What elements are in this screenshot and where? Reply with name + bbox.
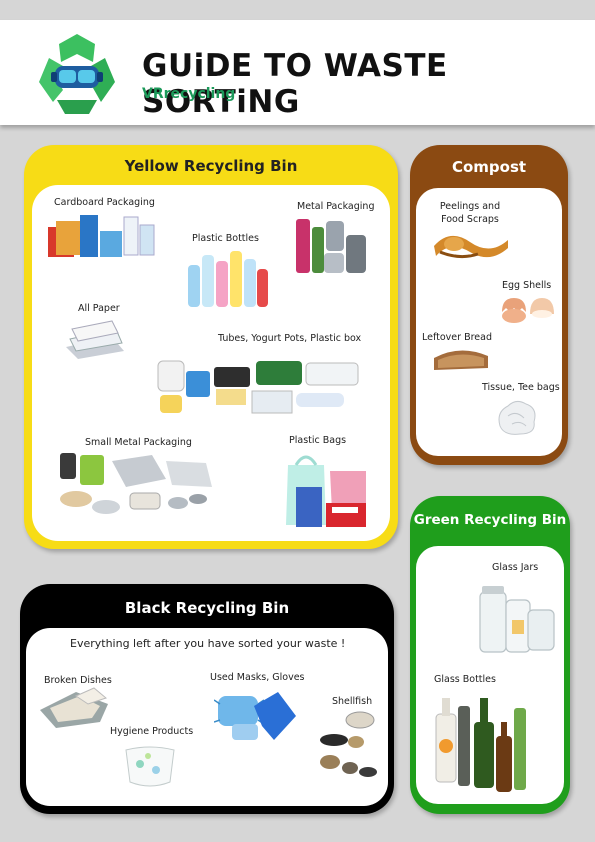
glass-jars-illustration bbox=[479, 586, 555, 653]
black-bin-note: Everything left after you have sorted yo… bbox=[70, 637, 346, 650]
glass-bottles-illustration bbox=[435, 698, 526, 792]
yellow-bin-content: Cardboard Packaging Plastic Bottles Meta… bbox=[32, 185, 390, 541]
broken-dishes-label: Broken Dishes bbox=[44, 675, 112, 686]
brand-name: VRrecycling bbox=[142, 86, 236, 102]
shellfish-label: Shellfish bbox=[332, 696, 373, 707]
tubes-yogurt-illustration bbox=[157, 360, 359, 414]
compost-title: Compost bbox=[451, 158, 527, 176]
shellfish-illustration bbox=[320, 711, 377, 777]
peelings-label: Peelings and Food Scraps bbox=[439, 201, 501, 225]
glass-jars-label: Glass Jars bbox=[492, 562, 539, 573]
plastic-bottles-illustration bbox=[188, 251, 268, 307]
green-bin-panel: Green Recycling Bin Glass Jars Glass Bot… bbox=[410, 496, 570, 814]
green-bin-content: Glass Jars Glass Bottles bbox=[416, 546, 564, 804]
green-bin-title: Green Recycling Bin bbox=[413, 512, 567, 528]
metal-packaging-illustration bbox=[296, 219, 366, 273]
bread-illustration bbox=[434, 350, 488, 370]
page-title: GUiDE TO WASTE SORTiNG bbox=[142, 48, 448, 120]
hygiene-products-label: Hygiene Products bbox=[110, 726, 194, 737]
yellow-bin-panel: Yellow Recycling Bin Cardboard Packaging… bbox=[24, 145, 398, 549]
black-bin-panel: Black Recycling Bin Everything left afte… bbox=[20, 584, 394, 814]
broken-dishes-illustration bbox=[40, 687, 108, 728]
hygiene-products-illustration bbox=[125, 746, 175, 787]
glass-bottles-label: Glass Bottles bbox=[434, 674, 496, 685]
peelings-illustration bbox=[434, 235, 508, 259]
bread-label: Leftover Bread bbox=[422, 332, 492, 343]
small-metal-illustration bbox=[60, 453, 212, 514]
masks-gloves-label: Used Masks, Gloves bbox=[210, 672, 305, 683]
plastic-bags-label: Plastic Bags bbox=[289, 435, 347, 446]
small-metal-label: Small Metal Packaging bbox=[85, 437, 192, 448]
masks-gloves-illustration bbox=[214, 692, 296, 740]
black-bin-content: Everything left after you have sorted yo… bbox=[26, 628, 388, 806]
tissue-illustration bbox=[498, 400, 536, 435]
compost-content: Peelings and Food Scraps Egg Shells Left… bbox=[416, 188, 562, 456]
metal-packaging-label: Metal Packaging bbox=[297, 201, 375, 212]
cardboard-illustration bbox=[48, 215, 155, 257]
black-bin-title: Black Recycling Bin bbox=[124, 599, 290, 617]
plastic-bottles-label: Plastic Bottles bbox=[192, 233, 259, 244]
cardboard-label: Cardboard Packaging bbox=[54, 197, 155, 208]
all-paper-illustration bbox=[66, 320, 124, 359]
egg-shells-label: Egg Shells bbox=[502, 280, 552, 291]
all-paper-label: All Paper bbox=[78, 303, 120, 314]
compost-panel: Compost Peelings and Food Scraps Egg She… bbox=[410, 145, 568, 465]
header: GUiDE TO WASTE SORTiNG VRrecycling bbox=[0, 20, 595, 125]
yellow-bin-title: Yellow Recycling Bin bbox=[124, 157, 298, 175]
tissue-label: Tissue, Tee bags bbox=[482, 382, 560, 393]
recycling-vr-logo bbox=[39, 34, 115, 114]
plastic-bags-illustration bbox=[286, 455, 366, 527]
egg-shells-illustration bbox=[502, 298, 554, 323]
